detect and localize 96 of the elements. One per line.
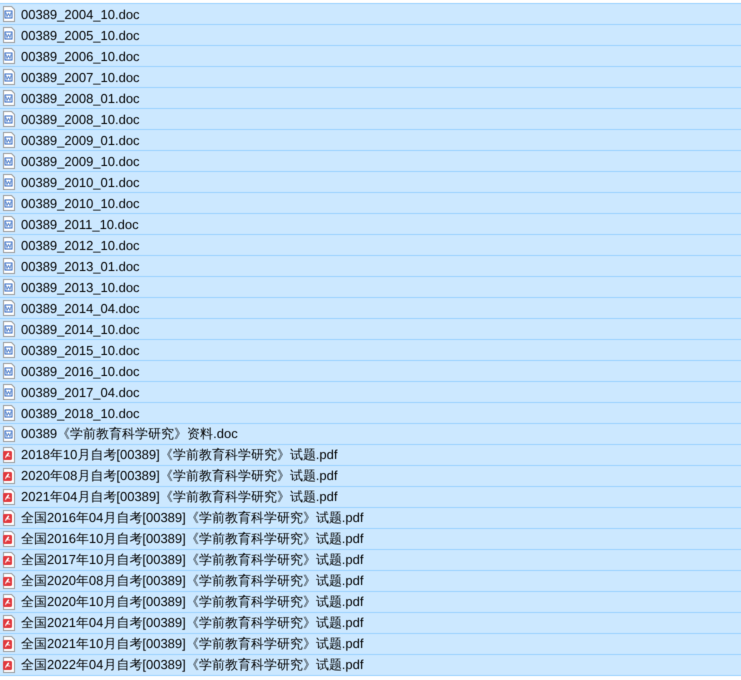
file-name: 00389_2008_10.doc bbox=[21, 112, 140, 126]
file-row[interactable]: 00389_2010_01.doc bbox=[0, 172, 741, 193]
pdf-file-icon bbox=[2, 510, 16, 526]
file-name: 00389_2016_10.doc bbox=[21, 364, 140, 378]
document-icon bbox=[2, 258, 16, 274]
file-row[interactable]: 00389_2004_10.doc bbox=[0, 4, 741, 25]
file-row[interactable]: 全国2020年08月自考[00389]《学前教育科学研究》试题.pdf bbox=[0, 571, 741, 592]
pdf-file-icon bbox=[2, 552, 16, 568]
pdf-file-icon bbox=[2, 636, 16, 652]
file-name: 00389_2010_01.doc bbox=[21, 174, 140, 190]
file-name: 全国2021年10月自考[00389]《学前教育科学研究》试题.pdf bbox=[21, 635, 364, 653]
document-icon bbox=[2, 237, 16, 253]
document-icon bbox=[2, 174, 16, 190]
file-row[interactable]: 2018年10月自考[00389]《学前教育科学研究》试题.pdf bbox=[0, 445, 741, 466]
file-row[interactable]: 00389_2014_04.doc bbox=[0, 298, 741, 319]
file-row[interactable]: 00389_2005_10.doc bbox=[0, 25, 741, 46]
file-name: 00389_2014_10.doc bbox=[21, 322, 140, 336]
file-name: 00389_2015_10.doc bbox=[21, 342, 140, 358]
file-name: 00389《学前教育科学研究》资料.doc bbox=[21, 425, 238, 443]
document-icon bbox=[2, 321, 16, 337]
document-icon bbox=[2, 69, 16, 85]
document-icon bbox=[2, 300, 16, 316]
file-row[interactable]: 全国2021年10月自考[00389]《学前教育科学研究》试题.pdf bbox=[0, 634, 741, 655]
file-row[interactable]: 00389_2016_10.doc bbox=[0, 361, 741, 382]
file-row[interactable]: 全国2016年04月自考[00389]《学前教育科学研究》试题.pdf bbox=[0, 508, 741, 529]
file-row[interactable]: 00389_2013_10.doc bbox=[0, 277, 741, 298]
file-name: 00389_2017_04.doc bbox=[21, 384, 140, 400]
document-icon bbox=[2, 90, 16, 106]
file-row[interactable]: 00389_2018_10.doc bbox=[0, 403, 741, 424]
file-row[interactable]: 00389_2015_10.doc bbox=[0, 340, 741, 361]
file-name: 00389_2004_10.doc bbox=[21, 6, 140, 22]
file-row[interactable]: 00389_2011_10.doc bbox=[0, 214, 741, 235]
file-name: 全国2022年04月自考[00389]《学前教育科学研究》试题.pdf bbox=[21, 656, 364, 674]
file-row[interactable]: 00389_2012_10.doc bbox=[0, 235, 741, 256]
file-row[interactable]: 全国2020年10月自考[00389]《学前教育科学研究》试题.pdf bbox=[0, 592, 741, 613]
pdf-file-icon bbox=[2, 594, 16, 610]
file-row[interactable]: 全国2016年10月自考[00389]《学前教育科学研究》试题.pdf bbox=[0, 529, 741, 550]
file-row[interactable]: 00389_2009_10.doc bbox=[0, 151, 741, 172]
file-name: 00389_2011_10.doc bbox=[21, 216, 139, 232]
file-row[interactable]: 00389《学前教育科学研究》资料.doc bbox=[0, 424, 741, 445]
file-name: 00389_2018_10.doc bbox=[21, 406, 140, 420]
file-name: 全国2016年04月自考[00389]《学前教育科学研究》试题.pdf bbox=[21, 509, 364, 527]
file-name: 00389_2006_10.doc bbox=[21, 48, 140, 64]
document-icon bbox=[2, 426, 16, 442]
file-row[interactable]: 00389_2013_01.doc bbox=[0, 256, 741, 277]
pdf-file-icon bbox=[2, 657, 16, 673]
file-row[interactable]: 2021年04月自考[00389]《学前教育科学研究》试题.pdf bbox=[0, 487, 741, 508]
file-row[interactable]: 00389_2006_10.doc bbox=[0, 46, 741, 67]
document-icon bbox=[2, 153, 16, 169]
file-row[interactable]: 00389_2014_10.doc bbox=[0, 319, 741, 340]
document-icon bbox=[2, 27, 16, 43]
document-icon bbox=[2, 6, 16, 22]
file-row[interactable]: 00389_2017_04.doc bbox=[0, 382, 741, 403]
document-icon bbox=[2, 405, 16, 421]
document-icon bbox=[2, 342, 16, 358]
pdf-file-icon bbox=[2, 489, 16, 505]
file-name: 全国2017年10月自考[00389]《学前教育科学研究》试题.pdf bbox=[21, 551, 364, 569]
document-icon bbox=[2, 216, 16, 232]
file-name: 00389_2010_10.doc bbox=[21, 196, 140, 210]
pdf-file-icon bbox=[2, 468, 16, 484]
document-icon bbox=[2, 195, 16, 211]
document-icon bbox=[2, 279, 16, 295]
document-icon bbox=[2, 132, 16, 148]
file-name: 00389_2012_10.doc bbox=[21, 238, 140, 252]
file-row[interactable]: 2020年08月自考[00389]《学前教育科学研究》试题.pdf bbox=[0, 466, 741, 487]
document-icon bbox=[2, 363, 16, 379]
pdf-file-icon bbox=[2, 573, 16, 589]
file-name: 00389_2009_01.doc bbox=[21, 132, 140, 148]
pdf-file-icon bbox=[2, 615, 16, 631]
file-row[interactable]: 00389_2010_10.doc bbox=[0, 193, 741, 214]
file-row[interactable]: 全国2022年04月自考[00389]《学前教育科学研究》试题.pdf bbox=[0, 655, 741, 676]
file-row[interactable]: 00389_2008_01.doc bbox=[0, 88, 741, 109]
file-name: 00389_2013_01.doc bbox=[21, 258, 140, 274]
file-row[interactable]: 00389_2009_01.doc bbox=[0, 130, 741, 151]
document-icon bbox=[2, 111, 16, 127]
file-name: 全国2020年08月自考[00389]《学前教育科学研究》试题.pdf bbox=[21, 572, 364, 590]
file-name: 00389_2014_04.doc bbox=[21, 300, 140, 316]
pdf-file-icon bbox=[2, 447, 16, 463]
file-name: 00389_2008_01.doc bbox=[21, 90, 140, 106]
file-name: 2020年08月自考[00389]《学前教育科学研究》试题.pdf bbox=[21, 467, 338, 485]
file-name: 全国2016年10月自考[00389]《学前教育科学研究》试题.pdf bbox=[21, 530, 364, 548]
file-name: 2021年04月自考[00389]《学前教育科学研究》试题.pdf bbox=[21, 488, 338, 506]
file-name: 00389_2007_10.doc bbox=[21, 70, 140, 84]
file-name: 全国2021年04月自考[00389]《学前教育科学研究》试题.pdf bbox=[21, 614, 364, 632]
file-row[interactable]: 全国2017年10月自考[00389]《学前教育科学研究》试题.pdf bbox=[0, 550, 741, 571]
file-row[interactable]: 全国2021年04月自考[00389]《学前教育科学研究》试题.pdf bbox=[0, 613, 741, 634]
file-name: 2018年10月自考[00389]《学前教育科学研究》试题.pdf bbox=[21, 446, 338, 464]
file-row[interactable]: 00389_2008_10.doc bbox=[0, 109, 741, 130]
file-name: 00389_2005_10.doc bbox=[21, 28, 140, 42]
file-name: 全国2020年10月自考[00389]《学前教育科学研究》试题.pdf bbox=[21, 593, 364, 611]
document-icon bbox=[2, 48, 16, 64]
file-row[interactable]: 00389_2007_10.doc bbox=[0, 67, 741, 88]
document-icon bbox=[2, 384, 16, 400]
pdf-file-icon bbox=[2, 531, 16, 547]
file-name: 00389_2009_10.doc bbox=[21, 154, 140, 168]
file-name: 00389_2013_10.doc bbox=[21, 280, 140, 294]
